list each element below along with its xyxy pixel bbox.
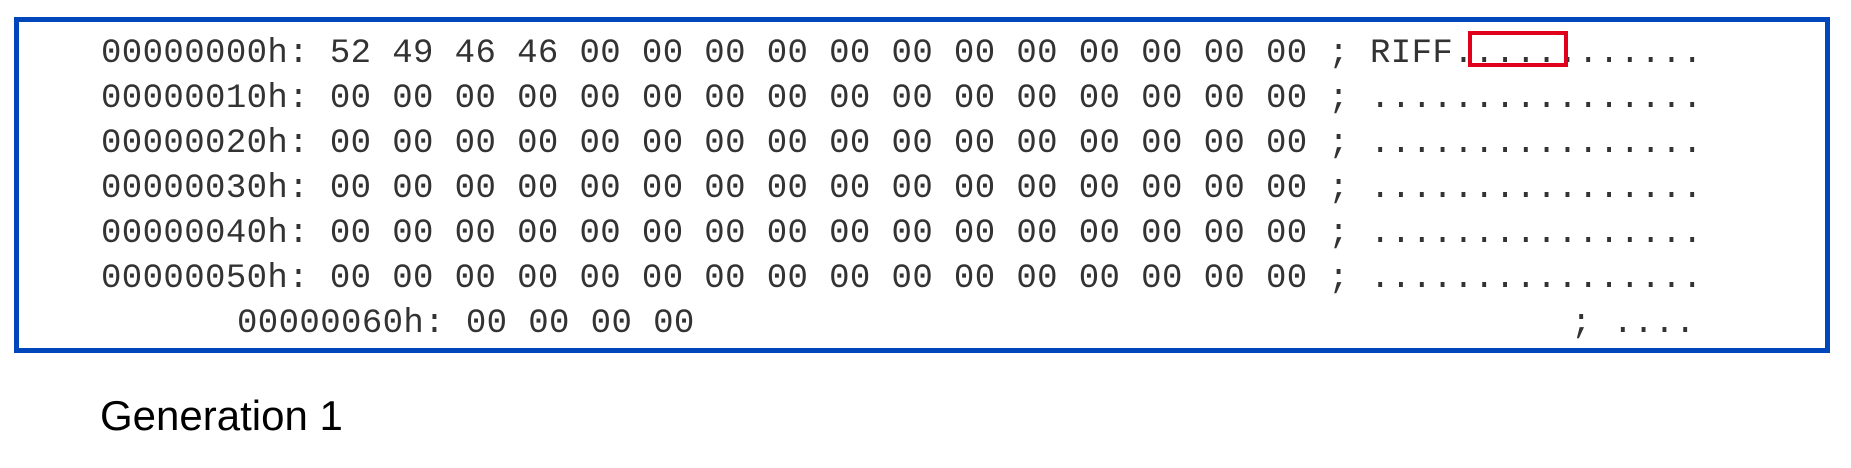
hex-row: 00000000h: 52 49 46 46 00 00 00 00 00 00… [101, 35, 1703, 73]
hex-row: 00000010h: 00 00 00 00 00 00 00 00 00 00… [101, 80, 1703, 118]
hex-row-last-bytes: 00000060h: 00 00 00 00 [237, 305, 695, 343]
generation-caption: Generation 1 [100, 392, 343, 439]
hex-row: 00000050h: 00 00 00 00 00 00 00 00 00 00… [101, 260, 1703, 298]
hex-row: 00000040h: 00 00 00 00 00 00 00 00 00 00… [101, 215, 1703, 253]
riff-signature-highlight [1468, 31, 1568, 67]
hex-row-last-ascii: ; .... [1571, 305, 1696, 343]
hex-row: 00000020h: 00 00 00 00 00 00 00 00 00 00… [101, 125, 1703, 163]
hex-row: 00000030h: 00 00 00 00 00 00 00 00 00 00… [101, 170, 1703, 208]
